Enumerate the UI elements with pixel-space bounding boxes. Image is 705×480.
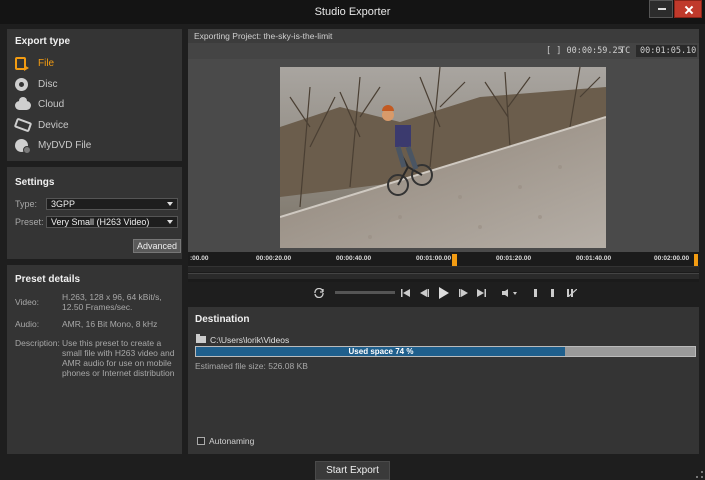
timeline-label-5: 00:01:40.00: [576, 255, 612, 262]
shuttle-slider[interactable]: [335, 291, 395, 294]
timeline-label-2: 00:00:40.00: [336, 255, 372, 262]
mark-out-icon[interactable]: [551, 289, 555, 297]
file-export-icon: [15, 56, 29, 71]
timecode-bar: [ ] 00:00:59.25 TC: [188, 43, 699, 59]
export-type-file-label: File: [38, 57, 55, 69]
destination-heading: Destination: [195, 314, 250, 325]
chevron-down-icon: [167, 202, 173, 206]
type-label: Type:: [15, 199, 38, 209]
export-type-cloud[interactable]: Cloud: [15, 96, 64, 112]
mark-in-icon[interactable]: [534, 289, 538, 297]
playhead-handle[interactable]: [452, 254, 457, 266]
audio-value: AMR, 16 Bit Mono, 8 kHz: [62, 319, 158, 329]
type-select-value: 3GPP: [51, 199, 76, 209]
minimize-icon[interactable]: [649, 0, 673, 18]
autonaming-label[interactable]: Autonaming: [209, 436, 254, 446]
timeline[interactable]: :00.00 00:00:20.00 00:00:40.00 00:01:00.…: [188, 252, 699, 282]
start-export-button[interactable]: Start Export: [315, 461, 390, 480]
export-type-device[interactable]: Device: [13, 117, 69, 133]
destination-path[interactable]: C:\Users\lorik\Videos: [210, 335, 289, 345]
settings-heading: Settings: [15, 177, 55, 188]
video-preview: [280, 67, 606, 248]
export-type-cloud-label: Cloud: [38, 98, 65, 110]
timeline-label-6: 00:02:00.00: [654, 255, 690, 262]
cloud-icon: [15, 97, 31, 110]
close-icon[interactable]: [674, 0, 702, 18]
destination-panel: Destination C:\Users\lorik\Videos Used s…: [188, 307, 699, 454]
folder-icon[interactable]: [196, 334, 206, 343]
export-type-mydvd-label: MyDVD File: [38, 139, 92, 151]
title-bar: Studio Exporter: [0, 0, 705, 24]
preset-details-panel: Preset details Video: H.263, 128 x 96, 6…: [7, 265, 182, 454]
autonaming-checkbox[interactable]: [197, 437, 205, 445]
timeline-label-0: :00.00: [190, 255, 209, 262]
go-to-start-icon[interactable]: [401, 289, 410, 297]
video-label: Video:: [15, 297, 39, 307]
used-space-bar: Used space 74 %: [195, 346, 696, 357]
timeline-label-1: 00:00:20.00: [256, 255, 292, 262]
export-type-panel: Export type File Disc Cloud Device MyDVD…: [7, 29, 182, 161]
timeline-track[interactable]: [188, 273, 699, 279]
preset-details-heading: Preset details: [15, 274, 81, 285]
mark-out-handle[interactable]: [694, 254, 698, 266]
estimated-file-size: Estimated file size: 526.08 KB: [195, 361, 308, 371]
type-select[interactable]: 3GPP: [46, 198, 178, 210]
project-label: Exporting Project: the-sky-is-the-limit: [194, 31, 333, 41]
transport-controls: [188, 282, 699, 304]
timecode-value: 00:01:05.10: [640, 46, 697, 56]
timeline-label-4: 00:01:20.00: [496, 255, 532, 262]
used-space-label: Used space 74 %: [348, 347, 414, 356]
export-type-mydvd[interactable]: MyDVD File: [15, 137, 92, 154]
description-value: Use this preset to create a small file w…: [62, 338, 175, 378]
window-title: Studio Exporter: [314, 6, 391, 18]
step-back-icon[interactable]: [420, 289, 429, 297]
loop-icon[interactable]: [313, 288, 325, 298]
export-type-file[interactable]: File: [15, 55, 54, 71]
export-type-heading: Export type: [15, 36, 71, 47]
video-value: H.263, 128 x 96, 64 kBit/s, 12.50 Frames…: [62, 292, 162, 312]
play-icon[interactable]: [439, 287, 449, 299]
preset-select-value: Very Small (H263 Video): [51, 217, 150, 227]
step-forward-icon[interactable]: [459, 289, 468, 297]
audio-label: Audio:: [15, 319, 40, 329]
timeline-ruler: [188, 266, 699, 272]
timeline-label-3: 00:01:00.00: [416, 255, 452, 262]
video-frame: [280, 67, 606, 248]
description-label: Description:: [15, 338, 60, 348]
export-type-disc[interactable]: Disc: [15, 76, 57, 92]
resize-grip-icon[interactable]: [696, 471, 703, 478]
device-icon: [13, 117, 33, 133]
settings-panel: Settings Type: 3GPP Preset: Very Small (…: [7, 167, 182, 259]
preview-header: Exporting Project: the-sky-is-the-limit: [188, 29, 699, 43]
mydvd-icon: [15, 138, 31, 154]
advanced-button[interactable]: Advanced: [133, 239, 181, 253]
preset-select[interactable]: Very Small (H263 Video): [46, 216, 178, 228]
tc-label: TC: [620, 46, 631, 56]
chevron-down-icon: [167, 220, 173, 224]
duration-readout: [ ] 00:00:59.25: [546, 46, 623, 56]
disc-icon: [15, 77, 28, 91]
export-type-device-label: Device: [38, 119, 69, 131]
volume-icon[interactable]: [502, 289, 518, 297]
go-to-end-icon[interactable]: [477, 289, 486, 297]
export-type-disc-label: Disc: [38, 78, 58, 90]
timecode-field[interactable]: 00:01:05.10: [636, 45, 697, 57]
clear-marks-icon[interactable]: [567, 289, 577, 297]
preset-label: Preset:: [15, 217, 44, 227]
